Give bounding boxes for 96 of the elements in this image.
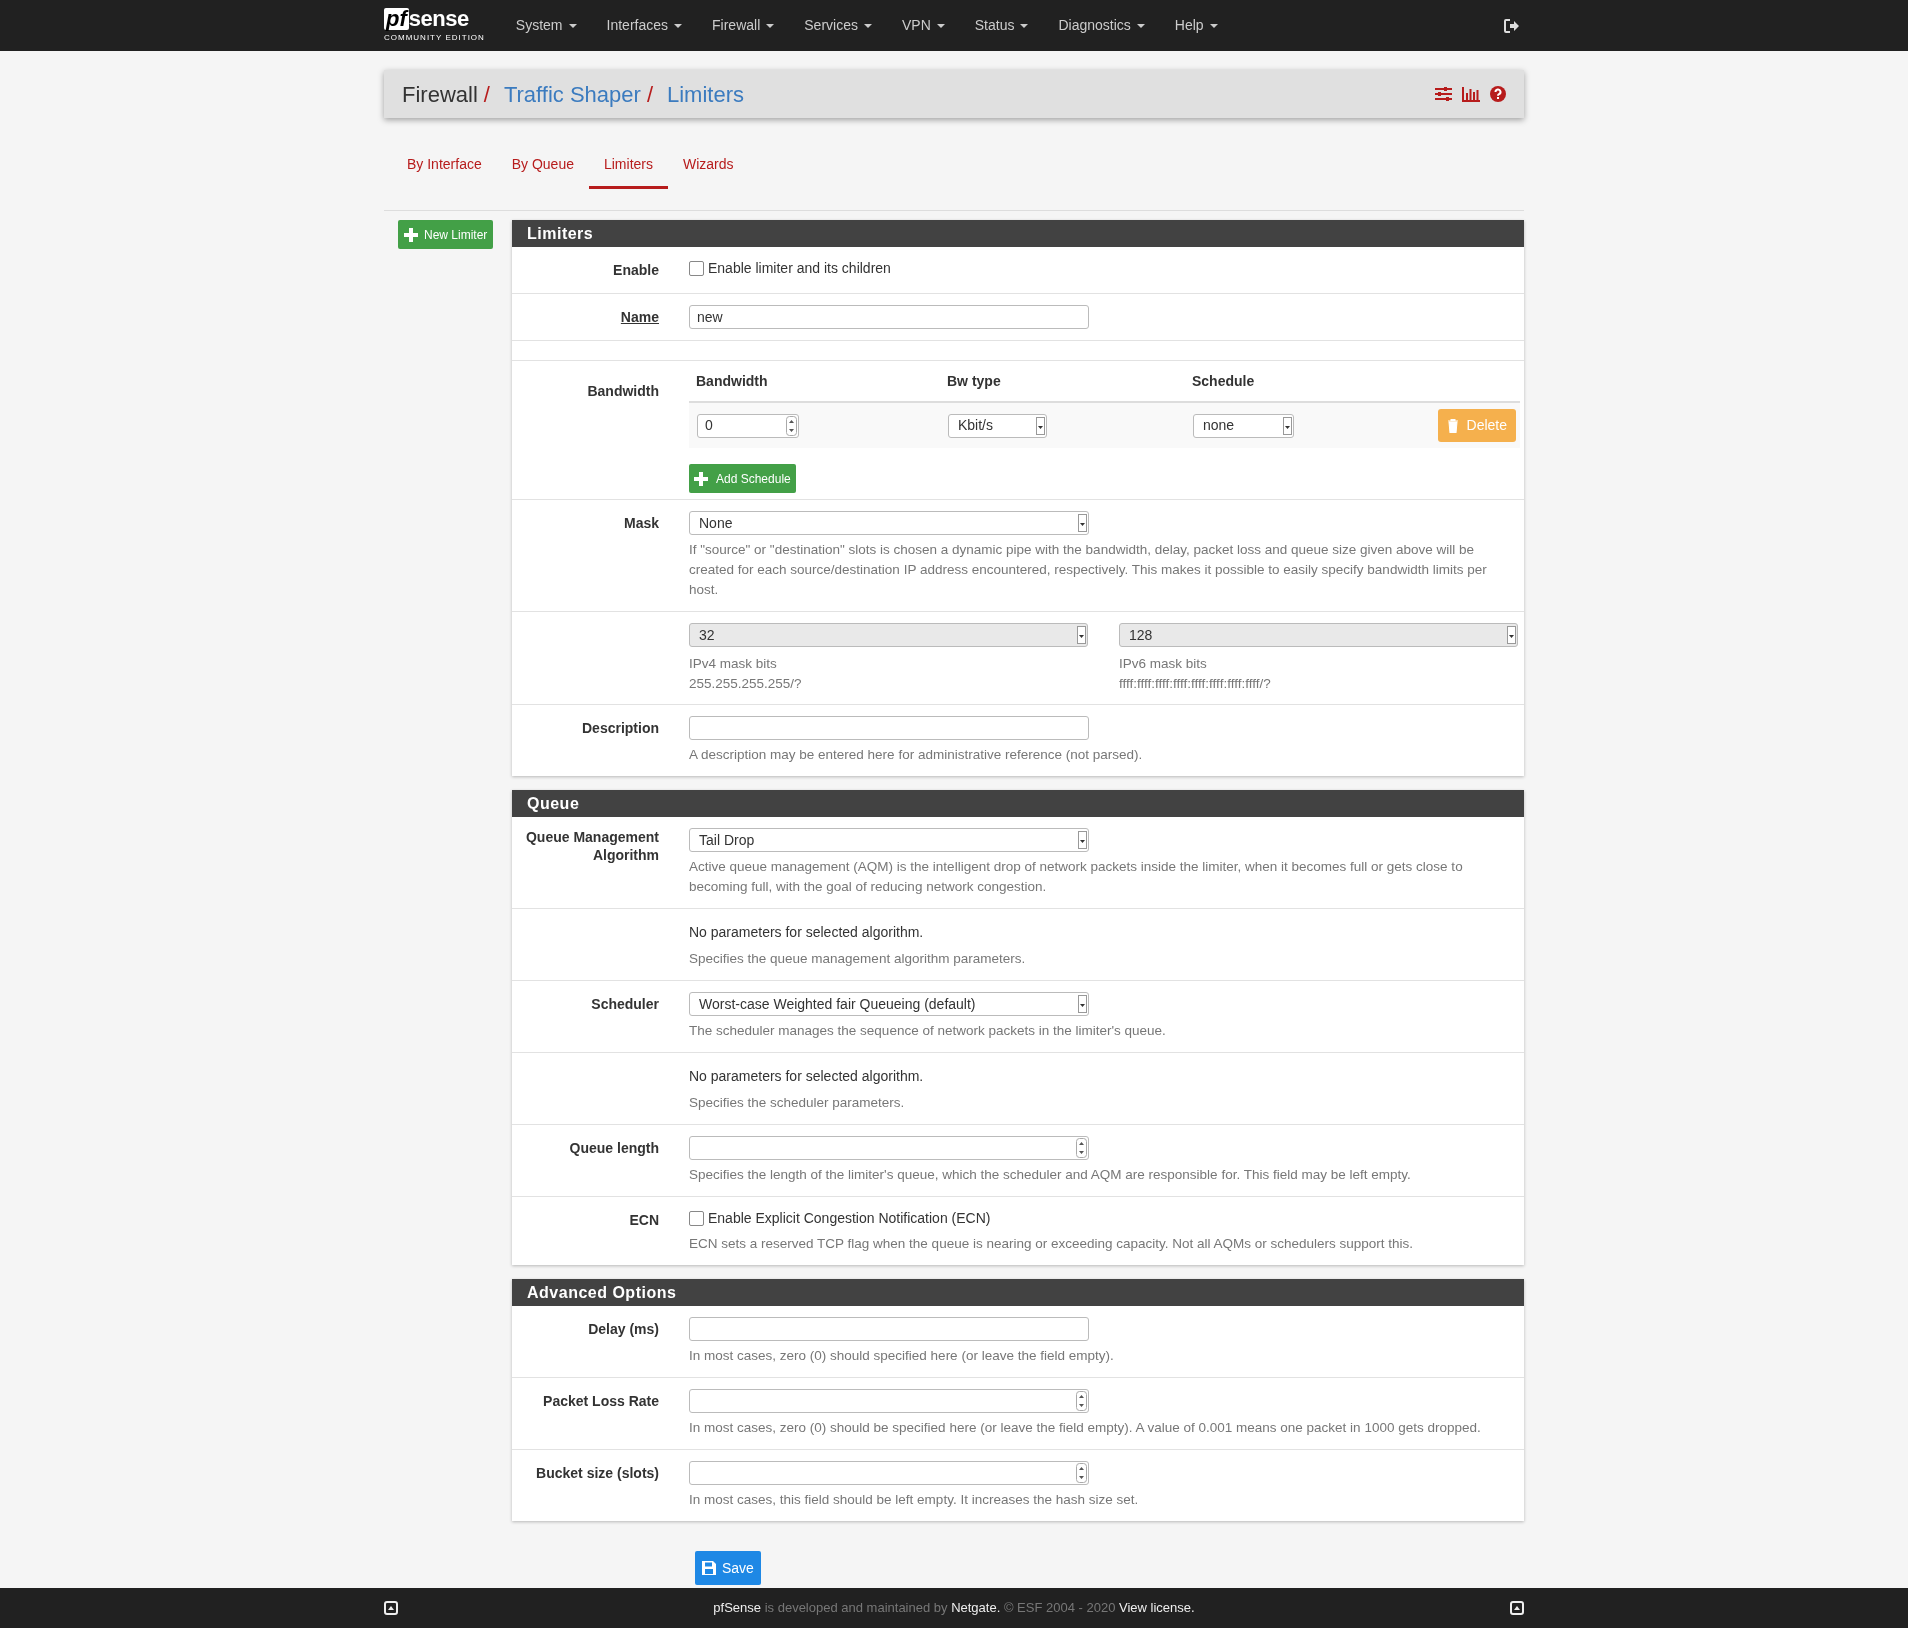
caret-icon — [674, 23, 683, 28]
caret-icon — [1020, 23, 1029, 28]
breadcrumb-separator: / — [483, 80, 490, 109]
field-label: Scheduler — [591, 995, 659, 1013]
breadcrumb-text: Firewall — [402, 80, 478, 109]
field-label: Name — [620, 308, 659, 326]
field-caption: ffff:ffff:ffff:ffff:ffff:ffff:ffff:ffff/? — [1119, 675, 1272, 693]
footer-link[interactable]: pfSense — [713, 1600, 762, 1616]
caret-icon — [1209, 23, 1218, 28]
logo-edition: COMMUNITY EDITION — [384, 31, 485, 44]
select-field[interactable]: none — [1193, 413, 1294, 438]
select-field[interactable]: None — [689, 511, 1089, 535]
field-label: Packet Loss Rate — [543, 1392, 659, 1410]
caret-icon — [863, 23, 872, 28]
menu-item[interactable]: VPN — [886, 0, 960, 51]
checkbox-label[interactable]: Enable Explicit Congestion Notification (ECN) — [708, 1208, 991, 1229]
column-header: Bandwidth — [696, 372, 769, 391]
column-header: Schedule — [1192, 372, 1256, 391]
scroll-top-icon[interactable] — [384, 1601, 398, 1615]
tab[interactable]: Limiters — [588, 154, 668, 189]
menu-item[interactable]: Diagnostics — [1043, 0, 1160, 51]
spinner-icon — [1076, 1463, 1087, 1483]
plus-icon — [694, 471, 708, 486]
menu-item[interactable]: Firewall — [697, 0, 790, 51]
field-label: Bucket size (slots) — [536, 1464, 659, 1482]
save-button[interactable]: Save — [695, 1551, 761, 1585]
caret-icon — [568, 23, 577, 28]
help-text: If "source" or "destination" slots is chosen a dynamic pipe with the bandwidth, delay, packet loss and queue size given above will be created for each source/destination IP address encountered, respectively. This makes it possible to easily specify bandwidth limits per host. — [689, 541, 1488, 599]
logo-mark: pf — [384, 7, 409, 30]
info-text: No parameters for selected algorithm. — [689, 923, 925, 942]
tab[interactable]: By Interface — [392, 154, 497, 189]
field-label: Enable — [613, 261, 659, 279]
spinner-icon — [1076, 1391, 1087, 1411]
help-text: Specifies the queue management algorithm parameters. — [689, 950, 1027, 968]
plus-icon — [404, 227, 418, 242]
logo-word: sense — [408, 7, 469, 30]
help-text: In most cases, zero (0) should specified here (or leave the field empty). — [689, 1347, 1115, 1365]
input-field[interactable] — [689, 1389, 1089, 1413]
footer-link[interactable]: View license. — [1119, 1600, 1195, 1616]
breadcrumb-separator: / — [646, 80, 653, 109]
input-field[interactable] — [689, 1461, 1089, 1485]
menu-item[interactable]: Help — [1159, 0, 1233, 51]
menu-item[interactable]: Services — [789, 0, 887, 51]
spinner-icon — [786, 415, 797, 436]
tab[interactable]: Wizards — [668, 154, 749, 189]
caret-icon — [766, 23, 775, 28]
help-text: The scheduler manages the sequence of network packets in the limiter's queue. — [689, 1022, 1167, 1040]
help-text: In most cases, this field should be left empty. It increases the hash size set. — [689, 1491, 1140, 1509]
spinner-icon — [1076, 1138, 1087, 1158]
field-caption: 255.255.255.255/? — [689, 675, 803, 693]
help-icon[interactable] — [1490, 86, 1506, 102]
pfsense-logo[interactable]: pfsense COMMUNITY EDITION — [384, 7, 485, 44]
help-text: In most cases, zero (0) should be specified here (or leave the field empty). A value of 0.001 means one packet in 1000 gets dropped. — [689, 1419, 1482, 1437]
input-field[interactable]: new — [689, 305, 1089, 329]
input-field[interactable] — [689, 716, 1089, 740]
menu-item[interactable]: Status — [959, 0, 1044, 51]
footer-text: pfSense is developed and maintained by Netgate. © ESF 2004 - 2020 View license. — [713, 1599, 1195, 1618]
menu-item[interactable]: System — [500, 0, 592, 51]
help-text: Specifies the length of the limiter's queue, which the scheduler and AQM are responsible for. This field may be left empty. — [689, 1166, 1412, 1184]
field-label: Description — [582, 719, 659, 737]
trash-icon — [1446, 418, 1459, 433]
input-field[interactable]: 0 — [697, 413, 799, 438]
scroll-top-icon[interactable] — [1510, 1601, 1524, 1615]
section-heading: Advanced Options — [512, 1279, 1524, 1306]
help-text: Specifies the scheduler parameters. — [689, 1094, 906, 1112]
select-field[interactable]: Worst-case Weighted fair Queueing (default) — [689, 992, 1089, 1016]
field-label: Bandwidth — [587, 382, 659, 400]
select-field[interactable]: Kbit/s — [948, 413, 1047, 438]
field-label: Queue Management Algorithm — [524, 828, 659, 864]
tab[interactable]: By Queue — [496, 154, 589, 189]
caret-icon — [936, 23, 945, 28]
caret-icon — [1136, 23, 1145, 28]
bar-chart-icon[interactable] — [1462, 86, 1480, 102]
checkbox-label[interactable]: Enable limiter and its children — [708, 258, 891, 279]
logout-icon[interactable] — [1504, 18, 1520, 33]
input-field[interactable] — [689, 1136, 1089, 1160]
field-caption: IPv6 mask bits — [1119, 655, 1208, 673]
section-heading: Limiters — [512, 220, 1524, 247]
section-heading: Queue — [512, 790, 1524, 817]
footer-link[interactable]: Netgate. — [951, 1600, 1001, 1616]
field-label: Mask — [623, 514, 659, 532]
field-label: ECN — [629, 1211, 659, 1229]
input-field[interactable] — [689, 1317, 1089, 1341]
field-label: Queue length — [569, 1139, 659, 1157]
checkbox[interactable] — [689, 1211, 704, 1226]
info-text: No parameters for selected algorithm. — [689, 1067, 925, 1086]
help-text: Active queue management (AQM) is the intelligent drop of network packets inside the limiter, when it becomes full or gets close to becoming full, with the goal of reducing network congestion. — [689, 858, 1464, 896]
checkbox[interactable] — [689, 261, 704, 276]
field-label: Delay (ms) — [588, 1320, 659, 1338]
help-text: A description may be entered here for administrative reference (not parsed). — [689, 746, 1144, 764]
menu-item[interactable]: Interfaces — [591, 0, 698, 51]
column-header: Bw type — [947, 372, 1002, 391]
field-caption: IPv4 mask bits — [689, 655, 778, 673]
help-text: ECN sets a reserved TCP flag when the queue is nearing or exceeding capacity. Not all AQMs or schedulers support this. — [689, 1235, 1415, 1253]
sliders-icon[interactable] — [1435, 87, 1452, 101]
select-field[interactable]: Tail Drop — [689, 828, 1089, 852]
